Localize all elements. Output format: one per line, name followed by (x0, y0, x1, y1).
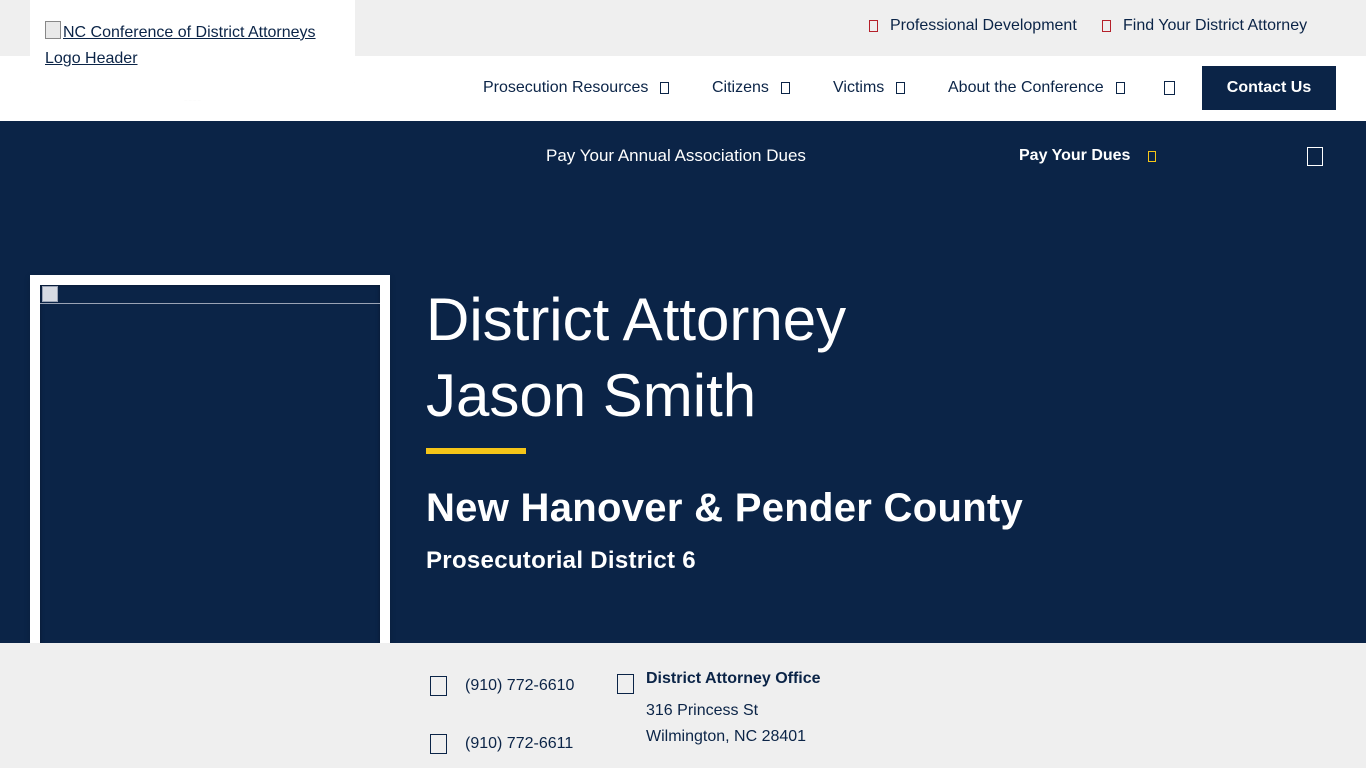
location-icon (1102, 20, 1111, 32)
professional-development-link[interactable]: Professional Development (869, 17, 1077, 35)
fax-link[interactable]: (910) 772-6611 (430, 734, 573, 754)
fax-icon (430, 734, 447, 754)
nav-victims[interactable]: Victims (833, 79, 906, 97)
nav-victims-label: Victims (833, 79, 885, 96)
chevron-down-icon (1115, 82, 1125, 94)
fax-number: (910) 772-6611 (465, 735, 574, 752)
chevron-right-icon (1148, 150, 1157, 162)
nav-citizens-label: Citizens (712, 79, 769, 96)
office-city: Wilmington, NC 28401 (646, 728, 807, 745)
broken-image-icon (42, 286, 58, 302)
pay-dues-label: Pay Your Dues (1019, 147, 1131, 164)
dues-banner-text: Pay Your Annual Association Dues (546, 146, 806, 165)
chevron-down-icon (660, 82, 670, 94)
contact-us-button[interactable]: Contact Us (1202, 66, 1336, 110)
find-da-link[interactable]: Find Your District Attorney (1102, 17, 1307, 35)
logo-card: NC Conference of District Attorneys Logo… (30, 0, 355, 101)
professional-development-label: Professional Development (890, 17, 1077, 34)
search-icon[interactable] (1164, 81, 1175, 95)
page-title-line1: District Attorney (426, 286, 847, 353)
title-accent-bar (426, 448, 526, 454)
pay-dues-link[interactable]: Pay Your Dues (1019, 147, 1157, 165)
nav-about-conference-label: About the Conference (948, 79, 1104, 96)
page-title-line2: Jason Smith (426, 362, 757, 429)
logo-alt-text: NC Conference of District Attorneys Logo… (45, 24, 316, 67)
district-subheading: Prosecutorial District 6 (426, 547, 696, 574)
nav-prosecution-resources-label: Prosecution Resources (483, 79, 649, 96)
broken-image-icon (45, 21, 61, 39)
broken-image-placeholder (40, 285, 380, 304)
map-pin-icon (617, 674, 634, 694)
phone-link[interactable]: (910) 772-6610 (430, 676, 574, 696)
chevron-down-icon (896, 82, 906, 94)
external-link-icon (869, 20, 878, 32)
find-da-label: Find Your District Attorney (1123, 17, 1308, 34)
nav-about-conference[interactable]: About the Conference (948, 79, 1125, 97)
office-street: 316 Princess St (646, 702, 759, 719)
page-title: District Attorney Jason Smith (426, 282, 846, 434)
phone-number: (910) 772-6610 (465, 677, 575, 694)
office-title: District Attorney Office (646, 670, 821, 687)
nav-citizens[interactable]: Citizens (712, 79, 790, 97)
nav-prosecution-resources[interactable]: Prosecution Resources (483, 79, 670, 97)
close-icon[interactable] (1307, 147, 1323, 166)
chevron-down-icon (780, 82, 790, 94)
logo-link[interactable]: NC Conference of District Attorneys Logo… (45, 20, 335, 72)
phone-icon (430, 676, 447, 696)
county-heading: New Hanover & Pender County (426, 486, 1024, 530)
